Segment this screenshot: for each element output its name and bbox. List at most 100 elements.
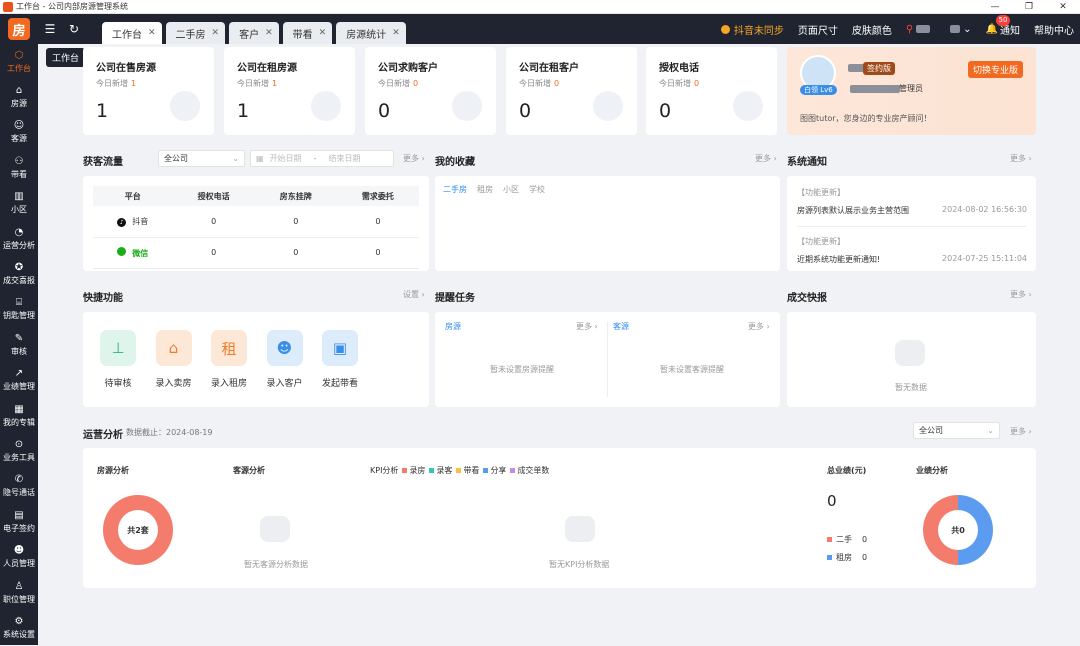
notice-item[interactable]: 【功能更新】 房源列表默认展示业务主营范围 2024-08-02 16:56:30 [797,187,1027,216]
sidebar-item[interactable]: ☻ 人员管理 [0,539,38,574]
user-menu[interactable]: ⌄ [947,24,972,35]
sidebar-item[interactable]: ✆ 隐号通话 [0,469,38,504]
album-icon: ▦ [14,403,24,415]
quick-action[interactable]: ⌂ 录入卖房 [154,330,194,389]
traffic-company-select[interactable]: 全公司 ⌄ [158,150,245,167]
sidebar-item[interactable]: ⚙ 系统设置 [0,610,38,645]
sidebar-item-label: 房源 [11,99,27,109]
sidebar-item[interactable]: ↗ 业绩管理 [0,363,38,398]
menu-toggle-icon[interactable]: ☰ [38,14,62,44]
tab-secondhand[interactable]: 二手房 ✕ [165,22,226,44]
column-header: 授权电话 [172,186,255,206]
tab-close-icon[interactable]: ✕ [212,28,220,38]
end-date-input[interactable]: 结束日期 [328,153,360,164]
sidebar-item[interactable]: ◔ 运营分析 [0,221,38,256]
date-range-picker[interactable]: ▦ 开始日期 - 结束日期 [250,150,394,167]
perf-pie-chart[interactable]: 共0 [923,495,993,565]
notices-title: 系统通知 [787,157,827,168]
tab-close-icon[interactable]: ✕ [392,28,400,38]
perf-pie-total: 共0 [938,510,978,550]
refresh-icon[interactable]: ↻ [62,14,86,44]
stat-today: 今日新增 0 [519,78,559,89]
sidebar-item[interactable]: ⊙ 业务工具 [0,433,38,468]
help-center-button[interactable]: 帮助中心 [1034,22,1074,37]
sidebar-item[interactable]: ✪ 成交喜报 [0,256,38,291]
table-cell: 0 [172,206,255,238]
home-icon: ⌂ [15,85,23,97]
notice-item[interactable]: 【功能更新】 近期系统功能更新通知! 2024-07-25 15:11:04 [797,236,1027,265]
table-cell: 0 [254,206,337,238]
tab-close-icon[interactable]: ✕ [319,28,327,38]
legend-swatch [456,468,462,473]
sidebar-item-label: 钥匙管理 [3,311,35,321]
deals-more-link[interactable]: 更多 › [1010,289,1032,300]
empty-box-icon [895,340,925,366]
sidebar-item[interactable]: ⚇ 带看 [0,150,38,185]
favorites-tabs: 二手房 租房 小区 学校 [443,184,555,195]
sidebar-item[interactable]: ☺ 客源 [0,115,38,150]
fav-tab-school[interactable]: 学校 [529,184,545,195]
kpi-title: KPI分析 [370,466,399,475]
sidebar-item-label: 审核 [11,346,27,356]
legend-swatch [483,468,489,473]
sidebar-item[interactable]: ▦ 我的专辑 [0,398,38,433]
column-header: 需求委托 [336,186,419,206]
notification-button[interactable]: 🔔 50 通知 [986,14,1020,37]
quick-action[interactable]: ☻ 录入客户 [265,330,305,389]
sidebar-item[interactable]: ⌂ 房源 [0,79,38,114]
minimize-button[interactable]: — [978,2,1012,12]
blurred-location [916,25,931,33]
stat-title: 公司在租房源 [237,63,297,74]
tab-label: 房源统计 [346,29,387,41]
divider [797,226,1026,227]
fav-tab-secondhand[interactable]: 二手房 [443,184,467,195]
fav-tab-rent[interactable]: 租房 [477,184,493,195]
client-reminder-more[interactable]: 更多 › [748,321,770,332]
stat-today-value: 0 [554,79,560,88]
quick-action[interactable]: ▣ 发起带看 [320,330,360,389]
notice-date: 2024-07-25 15:11:04 [942,254,1027,263]
sidebar-item[interactable]: ⌸ 钥匙管理 [0,292,38,327]
ops-company-select[interactable]: 全公司 ⌄ [913,422,1000,439]
maximize-button[interactable]: ❐ [1012,2,1046,12]
ops-more-link[interactable]: 更多 › [1010,426,1032,437]
stat-card[interactable]: 公司在售房源 今日新增 1 1 [83,47,214,135]
tab-workbench[interactable]: 工作台 ✕ [102,22,162,44]
favorites-more-link[interactable]: 更多 › [755,153,777,164]
sidebar: ⬡ 工作台 ⌂ 房源 ☺ 客源 ⚇ 带看 ▥ 小区 ◔ 运营分析 ✪ 成交喜报 ⌸ 钥匙管理 ✎ 审核 ↗ 业绩管理 ▦… [0,44,38,645]
fav-tab-community[interactable]: 小区 [503,184,519,195]
quick-action[interactable]: 租录入租房 [209,330,249,389]
tab-close-icon[interactable]: ✕ [148,28,156,38]
start-date-input[interactable]: 开始日期 [270,153,302,164]
douyin-sync-warning[interactable]: 抖音未同步 [720,22,784,37]
tab-tour[interactable]: 带看 ✕ [282,22,333,44]
close-window-button[interactable]: ✕ [1046,2,1080,12]
traffic-more-link[interactable]: 更多 › [403,153,425,164]
house-pie-chart[interactable]: 共2套 [103,495,173,565]
stat-today-value: 0 [694,79,700,88]
stat-card[interactable]: 公司在租客户 今日新增 0 0 [506,47,637,135]
sidebar-item[interactable]: ♙ 职位管理 [0,575,38,610]
tab-house-stats[interactable]: 房源统计 ✕ [336,22,406,44]
sidebar-item[interactable]: ✎ 审核 [0,327,38,362]
stat-card[interactable]: 公司求购客户 今日新增 0 0 [365,47,496,135]
brand-logo[interactable]: 房 [0,14,38,44]
stat-card[interactable]: 公司在租房源 今日新增 1 1 [224,47,355,135]
sidebar-item[interactable]: ▥ 小区 [0,186,38,221]
table-cell: 0 [336,206,419,238]
tab-close-icon[interactable]: ✕ [265,28,273,38]
notices-more-link[interactable]: 更多 › [1010,153,1032,164]
quick-settings-link[interactable]: 设置 › [403,289,425,300]
quick-action-label: 录入租房 [210,379,247,389]
user-icon: ☺ [13,120,25,132]
house-reminder-more[interactable]: 更多 › [576,321,598,332]
skin-color-button[interactable]: 皮肤颜色 [852,22,892,37]
page-size-button[interactable]: 页面尺寸 [798,22,838,37]
quick-action[interactable]: ⊥ 待审核 [98,330,138,389]
stat-card[interactable]: 授权电话 今日新增 0 0 [646,47,777,135]
switch-pro-button[interactable]: 切换专业版 [968,61,1024,78]
tab-customer[interactable]: 客户 ✕ [229,22,279,44]
sidebar-item[interactable]: ⬡ 工作台 [0,44,38,79]
sidebar-item[interactable]: ▤ 电子签约 [0,504,38,539]
location-selector[interactable]: ⚲ [906,24,933,35]
